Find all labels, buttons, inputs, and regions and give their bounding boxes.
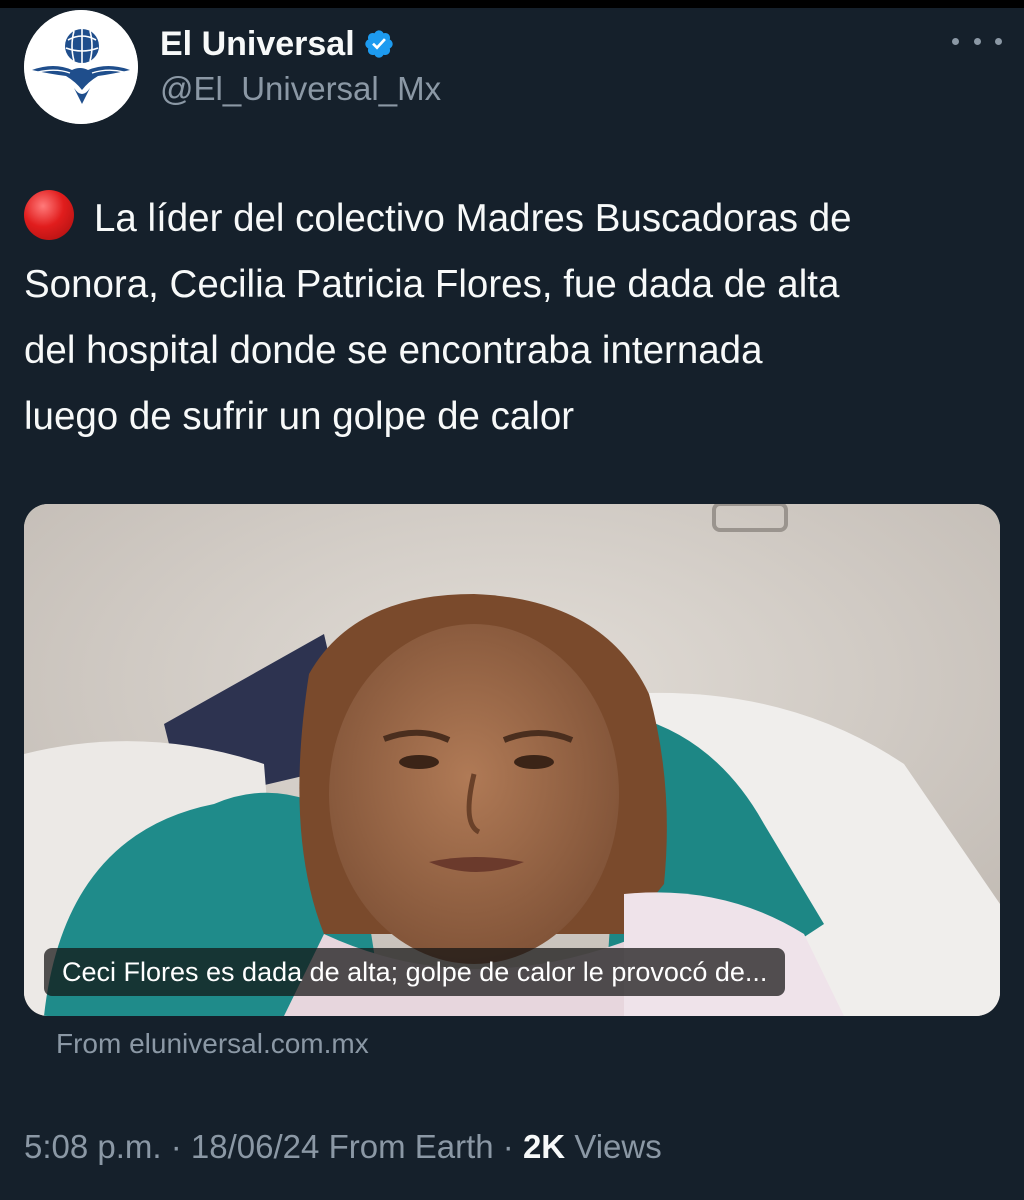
tweet-date[interactable]: 18/06/24 xyxy=(191,1128,319,1165)
top-status-strip xyxy=(0,0,1024,8)
tweet-text-line-2: Sonora, Cecilia Patricia Flores, fue dad… xyxy=(24,263,840,306)
link-card-title[interactable]: Ceci Flores es dada de alta; golpe de ca… xyxy=(44,948,786,996)
views-label: Views xyxy=(574,1128,662,1165)
red-circle-emoji-icon xyxy=(24,190,74,240)
tweet-meta: 5:08 p.m. · 18/06/24 From Earth · 2K Vie… xyxy=(24,1128,662,1166)
avatar[interactable] xyxy=(24,10,138,124)
tweet-location: From Earth xyxy=(328,1128,494,1165)
display-name[interactable]: El Universal xyxy=(160,25,355,64)
verified-badge-icon xyxy=(363,28,395,60)
link-card-media[interactable]: Ceci Flores es dada de alta; golpe de ca… xyxy=(24,504,1000,1016)
tweet-text-line-4: luego de sufrir un golpe de calor xyxy=(24,395,575,438)
more-options-icon[interactable] xyxy=(952,26,1002,56)
hospital-photo-image xyxy=(24,504,1000,1016)
account-name-row[interactable]: El Universal xyxy=(160,22,395,66)
tweet-text-line-1: La líder del colectivo Madres Buscadoras… xyxy=(24,186,1004,252)
link-card-source[interactable]: From eluniversal.com.mx xyxy=(56,1028,369,1060)
tweet-time[interactable]: 5:08 p.m. xyxy=(24,1128,162,1165)
views-count: 2K xyxy=(522,1128,566,1165)
meta-separator: · xyxy=(170,1128,182,1165)
meta-separator-2: · xyxy=(502,1128,514,1165)
eagle-globe-logo-icon xyxy=(24,10,138,124)
tweet-text-line-3: del hospital donde se encontraba interna… xyxy=(24,329,763,372)
account-handle[interactable]: @El_Universal_Mx xyxy=(160,70,441,108)
tweet-text: La líder del colectivo Madres Buscadoras… xyxy=(24,186,1004,450)
